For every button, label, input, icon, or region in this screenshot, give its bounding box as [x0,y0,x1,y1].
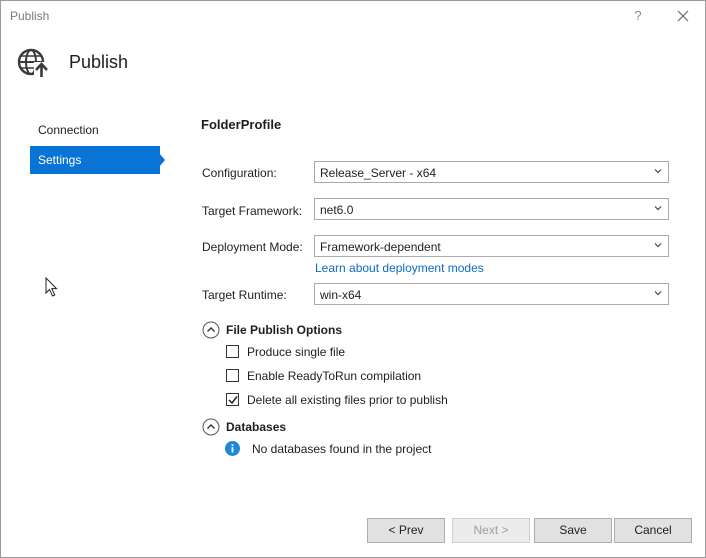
chevron-up-circle-icon [202,418,220,436]
info-icon [225,441,240,456]
produce-single-file-checkbox[interactable] [226,345,239,358]
title-bar: Publish ? [1,1,705,31]
save-button[interactable]: Save [534,518,612,543]
window-title: Publish [10,9,50,23]
target-framework-dropdown[interactable]: net6.0 [314,198,669,220]
mouse-cursor-icon [45,276,59,300]
sidebar-item-label: Connection [38,123,99,137]
databases-title: Databases [226,420,287,434]
checkmark-icon [228,396,238,405]
target-runtime-value: win-x64 [320,288,362,302]
deployment-mode-value: Framework-dependent [320,240,441,254]
sidebar-item-connection[interactable]: Connection [30,116,160,144]
deployment-mode-label: Deployment Mode: [202,240,303,254]
globe-publish-icon [16,47,50,79]
configuration-dropdown[interactable]: Release_Server - x64 [314,161,669,183]
cancel-button[interactable]: Cancel [614,518,692,543]
target-runtime-dropdown[interactable]: win-x64 [314,283,669,305]
databases-collapse-button[interactable] [202,418,220,436]
deployment-modes-link[interactable]: Learn about deployment modes [315,261,484,275]
configuration-value: Release_Server - x64 [320,166,437,180]
page-title: Publish [69,52,129,72]
delete-existing-files-checkbox[interactable] [226,393,239,406]
deployment-mode-dropdown[interactable]: Framework-dependent [314,235,669,257]
chevron-down-icon [654,291,662,296]
sidebar-item-label: Settings [38,153,82,167]
prev-button[interactable]: < Prev [367,518,445,543]
close-button[interactable] [673,5,693,27]
sidebar-item-settings[interactable]: Settings [30,146,160,174]
next-button[interactable]: Next > [452,518,530,543]
chevron-down-icon [654,206,662,211]
chevron-down-icon [654,243,662,248]
selection-arrow [159,153,165,167]
file-publish-options-title: File Publish Options [226,323,343,337]
file-publish-options-collapse-button[interactable] [202,321,220,339]
target-framework-label: Target Framework: [202,204,303,218]
produce-single-file-label: Produce single file [247,345,346,359]
ready-to-run-label: Enable ReadyToRun compilation [247,369,422,383]
help-button[interactable]: ? [629,5,647,27]
chevron-up-circle-icon [202,321,220,339]
chevron-down-icon [654,169,662,174]
databases-message: No databases found in the project [252,442,432,456]
publish-dialog: Publish ? Publish Connection Settings Fo… [0,0,706,558]
target-framework-value: net6.0 [320,203,354,217]
configuration-label: Configuration: [202,166,277,180]
ready-to-run-checkbox[interactable] [226,369,239,382]
delete-existing-files-label: Delete all existing files prior to publi… [247,393,448,407]
target-runtime-label: Target Runtime: [202,288,287,302]
close-icon [677,10,689,22]
profile-title: FolderProfile [201,117,282,132]
